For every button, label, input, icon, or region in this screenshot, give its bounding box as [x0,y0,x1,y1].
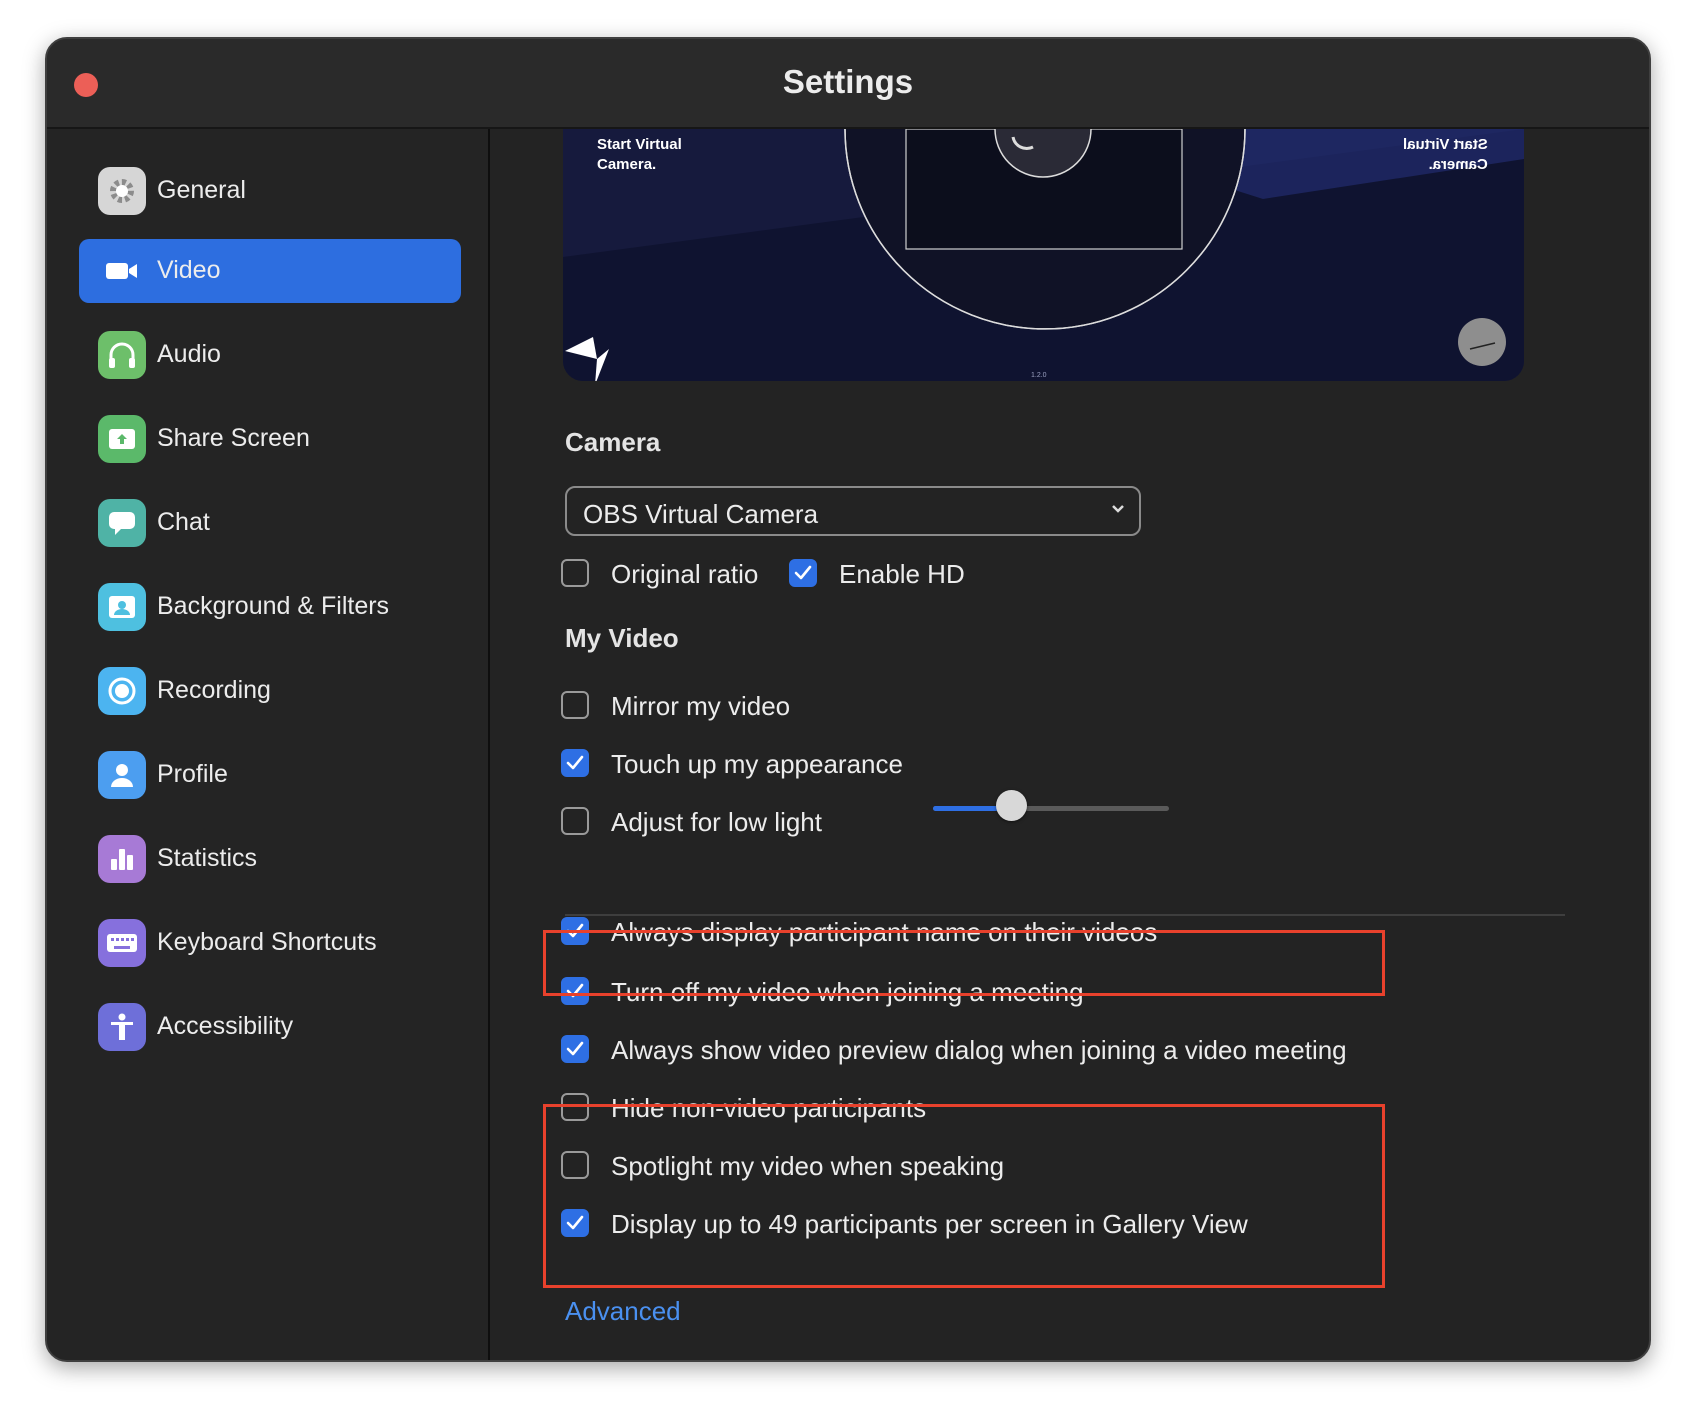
headphones-icon [98,331,146,379]
mirror-video-checkbox[interactable] [561,691,589,719]
my-video-heading: My Video [565,623,679,653]
touch-up-checkbox[interactable] [561,749,589,777]
user-icon [98,751,146,799]
touch-up-slider[interactable] [933,806,1169,811]
enable-hd-label: Enable HD [839,559,965,589]
preview-version-label: 1.2.0 [1031,372,1047,379]
video-preview-dialog-checkbox[interactable] [561,1035,589,1063]
sidebar-item-label: General [157,176,246,204]
sidebar-item-label: Audio [157,340,221,368]
highlight-box-gallery-options [543,1104,1385,1288]
sidebar-item-profile[interactable]: Profile [79,743,461,807]
sidebar-item-background-filters[interactable]: Background & Filters [79,575,461,639]
preview-left-text: Start Virtual Camera. [597,136,682,173]
sidebar-item-recording[interactable]: Recording [79,659,461,723]
window-title: Settings [782,63,914,100]
video-camera-icon [98,247,146,295]
sidebar-item-video[interactable]: Video [79,239,461,303]
settings-window: Settings General Video Audio Share Scree… [45,37,1651,1362]
gear-icon [98,167,146,215]
bar-chart-icon [98,835,146,883]
low-light-label: Adjust for low light [611,807,822,837]
sidebar-item-label: Chat [157,508,210,536]
sidebar-item-chat[interactable]: Chat [79,491,461,555]
sidebar-item-label: Accessibility [157,1012,294,1040]
mirror-video-label: Mirror my video [611,691,791,721]
video-preview-dialog-label: Always show video preview dialog when jo… [611,1035,1347,1065]
title-bar: Settings [47,39,1649,129]
highlight-box-display-name [543,930,1385,996]
sidebar-item-keyboard-shortcuts[interactable]: Keyboard Shortcuts [79,911,461,975]
preview-graphic [563,129,1524,381]
record-icon [98,667,146,715]
sidebar-item-label: Keyboard Shortcuts [157,928,377,956]
sidebar-item-statistics[interactable]: Statistics [79,827,461,891]
chevron-down-icon [1112,505,1124,513]
checkmark-icon [794,565,812,580]
section-divider [565,914,1565,916]
sidebar-item-label: Video [157,256,221,284]
enable-hd-checkbox[interactable] [789,559,817,587]
original-ratio-label: Original ratio [611,559,759,589]
checkmark-icon [566,1041,584,1056]
advanced-link[interactable]: Advanced [565,1296,681,1327]
sidebar-item-label: Profile [157,760,228,788]
sidebar-item-accessibility[interactable]: Accessibility [79,995,461,1059]
keyboard-icon [98,919,146,967]
share-screen-icon [98,415,146,463]
touch-up-label: Touch up my appearance [611,749,903,779]
preview-right-mirrored-text: Start Virtual Camera. [1403,136,1488,173]
sidebar-item-share-screen[interactable]: Share Screen [79,407,461,471]
camera-select-value: OBS Virtual Camera [583,499,819,529]
sidebar-item-general[interactable]: General [79,159,461,223]
video-preview: Start Virtual Camera. Start Virtual Came… [563,129,1524,381]
low-light-checkbox[interactable] [561,807,589,835]
camera-select[interactable]: OBS Virtual Camera [565,486,1141,536]
sidebar-item-label: Background & Filters [157,592,390,620]
background-icon [98,583,146,631]
accessibility-icon [98,1003,146,1051]
chat-bubble-icon [98,499,146,547]
original-ratio-checkbox[interactable] [561,559,589,587]
sidebar-item-label: Recording [157,676,271,704]
sidebar-item-audio[interactable]: Audio [79,323,461,387]
camera-heading: Camera [565,427,661,457]
sidebar: General Video Audio Share Screen Chat Ba… [47,129,490,1360]
checkmark-icon [566,755,584,770]
sidebar-item-label: Share Screen [157,424,310,452]
touch-up-slider-thumb[interactable] [995,790,1027,821]
settings-content: Start Virtual Camera. Start Virtual Came… [490,129,1649,1360]
sidebar-item-label: Statistics [157,844,258,872]
